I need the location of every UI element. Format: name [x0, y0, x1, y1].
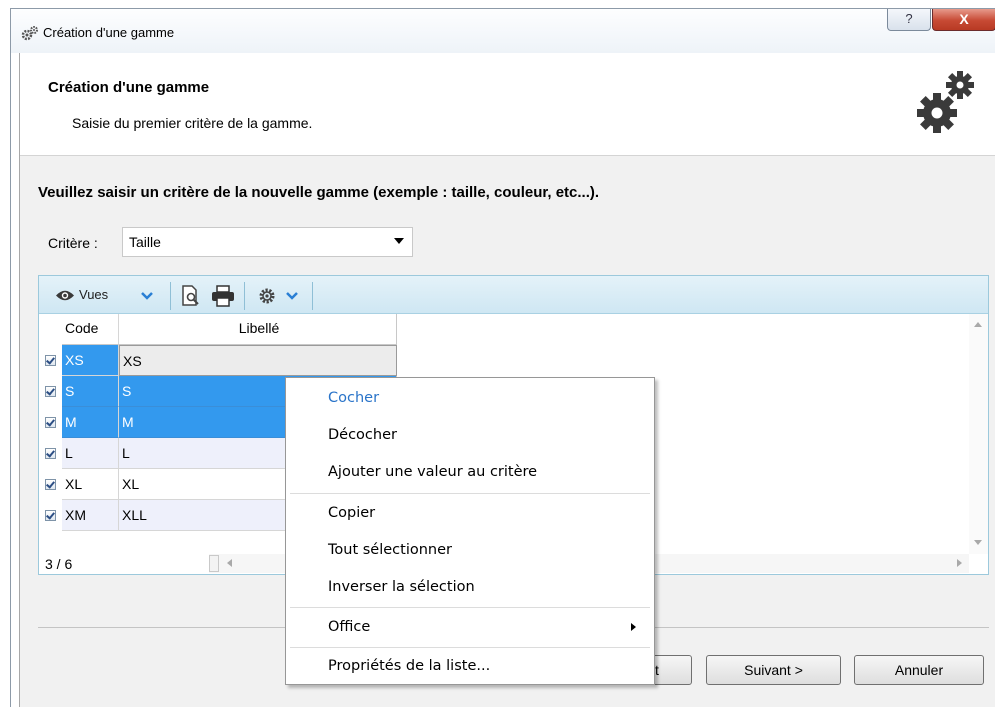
- criterion-label: Critère :: [48, 235, 98, 251]
- gear-icon: [259, 288, 275, 304]
- help-button[interactable]: ?: [887, 9, 931, 31]
- toolbar-separator: [170, 282, 171, 310]
- menu-item-cocher[interactable]: Cocher: [286, 381, 654, 415]
- menu-item-office-label: Office: [328, 619, 371, 635]
- menu-separator: [290, 493, 650, 494]
- page-title: Création d'une gamme: [48, 79, 210, 96]
- gears-icon: [915, 69, 977, 138]
- printer-icon: [212, 285, 234, 307]
- page-subtitle: Saisie du premier critère de la gamme.: [72, 115, 313, 131]
- menu-item-proprietes-liste[interactable]: Propriétés de la liste...: [286, 649, 654, 683]
- preview-button[interactable]: [181, 285, 201, 307]
- window-title: Création d'une gamme: [43, 25, 175, 40]
- scroll-up-icon[interactable]: [974, 322, 982, 327]
- row-checkbox[interactable]: [45, 510, 56, 521]
- settings-button[interactable]: [256, 285, 304, 307]
- title-bar: Création d'une gamme ? X: [11, 9, 995, 53]
- cell-code[interactable]: L: [62, 438, 119, 469]
- gears-icon: [21, 25, 39, 44]
- row-checkbox[interactable]: [45, 386, 56, 397]
- instruction-text: Veuillez saisir un critère de la nouvell…: [38, 184, 600, 201]
- close-button[interactable]: X: [932, 9, 995, 31]
- toolbar-separator: [312, 282, 313, 310]
- row-checkbox[interactable]: [45, 479, 56, 490]
- row-checkbox[interactable]: [45, 355, 56, 366]
- views-label: Vues: [79, 287, 109, 302]
- chevron-down-icon: [286, 292, 298, 300]
- menu-separator: [290, 647, 650, 648]
- table-header: Code Libellé: [39, 314, 397, 345]
- grid-toolbar: Vues: [39, 276, 988, 314]
- menu-separator: [290, 607, 650, 608]
- menu-item-inverser-selection[interactable]: Inverser la sélection: [286, 570, 654, 604]
- cell-code[interactable]: XS: [62, 345, 119, 376]
- menu-item-ajouter-valeur[interactable]: Ajouter une valeur au critère: [286, 455, 654, 489]
- row-count: 3 / 6: [45, 556, 73, 572]
- cell-libelle[interactable]: XS: [119, 345, 397, 376]
- row-checkbox[interactable]: [45, 417, 56, 428]
- submenu-arrow-icon: [631, 623, 636, 631]
- menu-item-copier[interactable]: Copier: [286, 496, 654, 530]
- criterion-value: Taille: [129, 234, 161, 250]
- dropdown-arrow-icon: [394, 238, 404, 244]
- menu-item-tout-selectionner[interactable]: Tout sélectionner: [286, 533, 654, 567]
- print-preview-icon: [182, 285, 199, 306]
- chevron-down-icon: [141, 292, 153, 300]
- print-button[interactable]: [211, 285, 235, 307]
- cancel-button[interactable]: Annuler: [854, 655, 984, 685]
- scroll-right-icon[interactable]: [957, 559, 962, 567]
- scroll-left-icon[interactable]: [227, 559, 232, 567]
- cell-code[interactable]: M: [62, 407, 119, 438]
- criterion-select[interactable]: Taille: [122, 227, 413, 257]
- cell-code[interactable]: S: [62, 376, 119, 407]
- scroll-down-icon[interactable]: [974, 540, 982, 545]
- wizard-header: Création d'une gamme Saisie du premier c…: [20, 53, 995, 156]
- vertical-scrollbar[interactable]: [969, 314, 988, 554]
- column-header-libelle[interactable]: Libellé: [119, 314, 397, 345]
- views-button[interactable]: Vues: [55, 285, 160, 307]
- toolbar-separator: [244, 282, 245, 310]
- column-header-code[interactable]: Code: [62, 314, 119, 345]
- eye-icon: [56, 290, 74, 301]
- cell-code[interactable]: XM: [62, 500, 119, 531]
- cell-code[interactable]: XL: [62, 469, 119, 500]
- next-button[interactable]: Suivant >: [706, 655, 841, 685]
- menu-item-office[interactable]: Office: [286, 610, 654, 644]
- row-checkbox[interactable]: [45, 448, 56, 459]
- table-row[interactable]: XS XS: [39, 345, 397, 376]
- scroll-thumb[interactable]: [209, 555, 219, 572]
- context-menu: Cocher Décocher Ajouter une valeur au cr…: [285, 377, 655, 685]
- menu-item-decocher[interactable]: Décocher: [286, 418, 654, 452]
